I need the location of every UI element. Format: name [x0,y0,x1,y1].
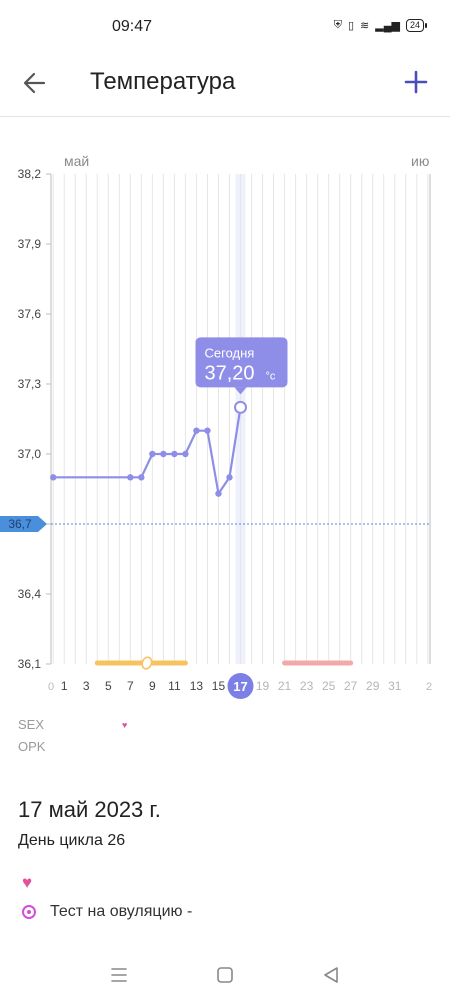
ovulation-test-row[interactable]: Тест на овуляцию - [22,903,192,921]
x-tick-label: 13 [190,679,204,693]
temperature-line [53,407,242,495]
x-tick-label: 25 [322,679,336,693]
data-point [149,450,156,458]
x-edge-label-left: 0 [48,681,54,693]
x-tick-label: 3 [83,679,90,693]
data-point [226,474,233,481]
today-point [234,400,247,414]
y-tick-label: 37,9 [18,237,42,251]
data-point [193,427,200,434]
page-title: Температура [90,68,236,95]
ovulation-marker [141,656,153,670]
x-tick-label: 7 [127,679,134,693]
cycle-day: День цикла 26 [18,832,126,849]
target-icon [22,905,36,919]
x-tick-label: 23 [300,679,314,693]
legend-sex: SEX [18,717,45,732]
x-edge-label-right: 2 [426,681,432,693]
x-tick-label: 27 [344,679,358,693]
battery-icon: 24 [405,19,428,32]
home-button[interactable] [212,962,238,988]
x-tick-label: 15 [212,679,226,693]
data-point [171,450,178,458]
status-icons: ⛨ ▯ ≋ ▂▄▆ 24 [333,19,428,32]
app-bar: Температура [0,52,450,117]
legend-opk: OPK [18,739,46,754]
x-tick-label: 29 [366,679,380,693]
system-nav-bar [0,950,450,1000]
x-tick-label: 1 [61,679,68,693]
ovulation-test-label: Тест на овуляцию - [50,903,193,920]
data-point [160,450,167,458]
x-tick-label: 11 [168,679,181,693]
x-tick-label: 5 [105,679,112,693]
y-tick-label: 37,6 [18,307,42,321]
square-icon [217,967,233,983]
temperature-chart[interactable]: май ию 38,2 37,9 37,6 37,3 37,0 36,4 36,1 36,7 С… [0,150,450,710]
triangle-back-icon [324,967,338,983]
menu-button[interactable] [106,962,132,988]
y-tick-label: 38,2 [18,167,42,181]
arrow-left-icon [23,72,46,94]
x-tick-label: 31 [388,679,402,693]
vpn-icon: ⛨ [333,19,342,31]
y-tick-label: 37,3 [18,377,42,391]
sex-heart-icon: ♥ [122,720,128,730]
chart-canvas[interactable]: 38,2 37,9 37,6 37,3 37,0 36,4 36,1 36,7 Сегодня 3… [0,150,450,710]
tooltip-value: 37,20 [205,362,255,384]
data-point [127,474,134,481]
data-point [50,474,57,481]
data-point [138,474,145,481]
status-bar: 09:47 ⛨ ▯ ≋ ▂▄▆ 24 [0,0,450,50]
coverline-label: 36,7 [8,517,32,531]
signal-icon: ▂▄▆ [375,20,400,32]
tooltip-unit: °c [266,370,276,382]
data-point [215,490,222,497]
x-tick-label: 9 [149,679,156,693]
menu-icon [111,968,127,982]
data-point [182,450,189,458]
today-badge-label: 17 [233,679,247,694]
y-tick-label: 36,4 [18,587,42,601]
tooltip-title: Сегодня [205,345,255,360]
y-tick-label: 37,0 [18,447,42,461]
month-label-june: ию [411,153,430,169]
back-nav-button[interactable] [318,962,344,988]
month-label-may: май [64,153,90,169]
x-tick-label: 21 [278,679,292,693]
y-tick-label: 36,1 [18,657,42,671]
status-time: 09:47 [112,18,153,35]
vibrate-icon: ▯ [347,20,355,32]
x-tick-label: 19 [256,679,270,693]
data-point [204,427,211,434]
heart-icon: ♥ [22,873,33,892]
plus-icon [404,70,428,94]
back-button[interactable] [18,66,52,100]
selected-date: 17 май 2023 г. [18,797,161,822]
wifi-icon: ≋ [360,20,370,32]
add-button[interactable] [398,64,434,100]
